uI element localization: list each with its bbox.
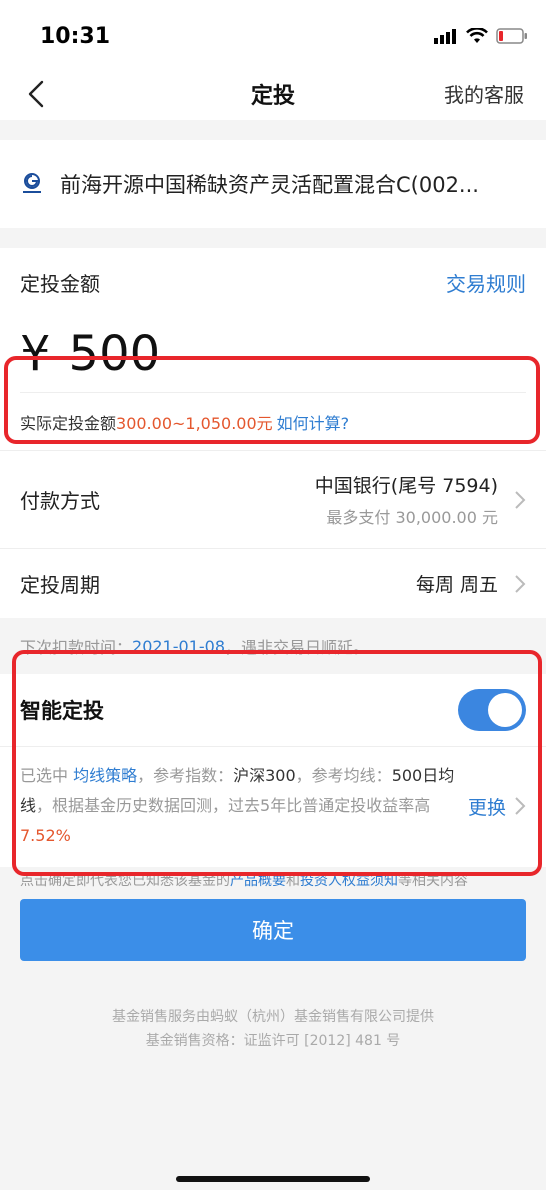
status-bar: 10:31 [0, 0, 546, 68]
status-icons [434, 28, 528, 44]
footer-license: 基金销售资格：证监许可 [2012] 481 号 [145, 1033, 401, 1049]
chevron-right-icon [515, 574, 526, 593]
payment-bank: 中国银行(尾号 7594) [314, 475, 498, 497]
trade-rules-link[interactable]: 交易规则 [446, 268, 526, 297]
footer: 基金销售服务由蚂蚁（杭州）基金销售有限公司提供 基金销售资格：证监许可 [201… [0, 1005, 546, 1053]
annotation-frame-smart-invest [12, 650, 542, 876]
cycle-value: 每周 周五 [415, 574, 498, 596]
payment-method-row[interactable]: 付款方式 中国银行(尾号 7594) 最多支付 30,000.00 元 [0, 450, 546, 548]
payment-method-label: 付款方式 [20, 489, 100, 513]
battery-icon [496, 28, 527, 44]
payment-limit: 最多支付 30,000.00 元 [326, 508, 498, 527]
footer-provider: 基金销售服务由蚂蚁（杭州）基金销售有限公司提供 [112, 1009, 434, 1025]
status-time: 10:31 [40, 24, 111, 49]
signal-icon [434, 29, 456, 44]
nav-bar: 定投 我的客服 [0, 68, 546, 120]
customer-service-button[interactable]: 我的客服 [444, 79, 524, 108]
cycle-label: 定投周期 [20, 573, 100, 597]
gap [0, 120, 546, 140]
chevron-right-icon [515, 490, 526, 509]
cycle-row[interactable]: 定投周期 每周 周五 [0, 548, 546, 618]
wifi-icon [466, 28, 488, 43]
gap [0, 228, 546, 248]
fund-name: 前海开源中国稀缺资产灵活配置混合C(002... [60, 173, 479, 197]
annotation-frame-actual-amount [4, 356, 540, 444]
amount-label: 定投金额 [20, 271, 100, 296]
fund-logo-icon [23, 173, 41, 193]
home-indicator [176, 1176, 370, 1182]
confirm-button[interactable]: 确定 [20, 899, 526, 961]
fund-row[interactable]: 前海开源中国稀缺资产灵活配置混合C(002... [0, 140, 546, 228]
